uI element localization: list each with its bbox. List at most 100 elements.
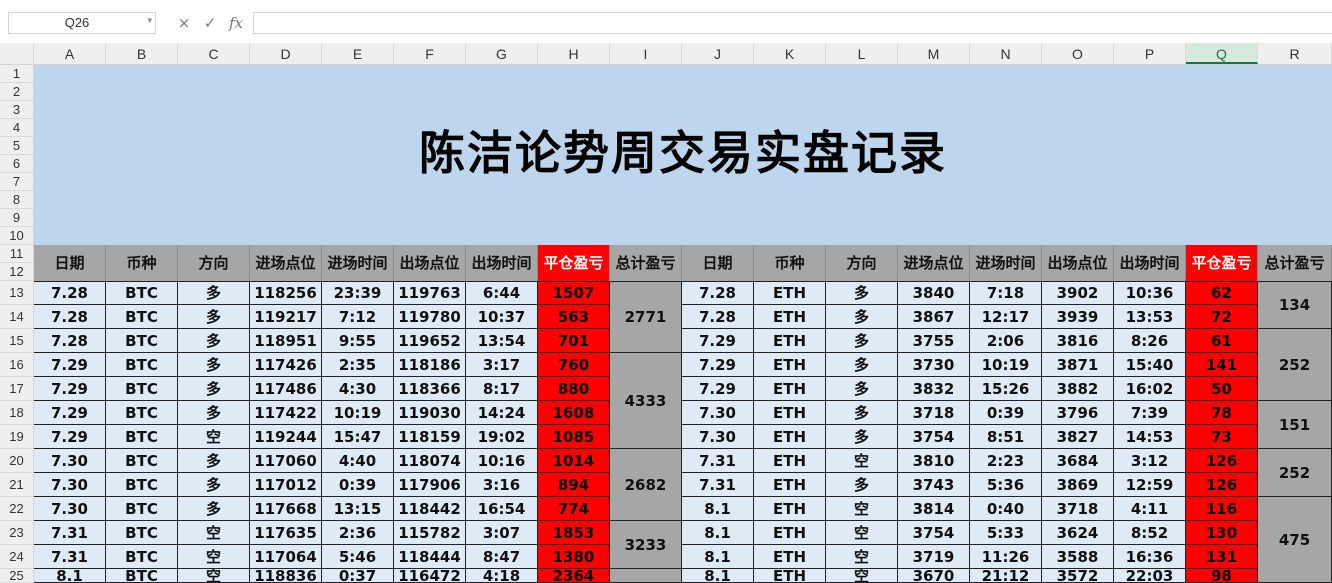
eth-cell-m15[interactable]: 3755 [898,329,970,353]
eth-cell-p16[interactable]: 15:40 [1114,353,1186,377]
btc-cell-g16[interactable]: 3:17 [466,353,538,377]
btc-cell-d17[interactable]: 117486 [250,377,322,401]
btc-cell-c15[interactable]: 多 [178,329,250,353]
btc-cell-h16[interactable]: 760 [538,353,610,377]
btc-cell-c24[interactable]: 空 [178,545,250,569]
eth-cell-o16[interactable]: 3871 [1042,353,1114,377]
eth-cell-k15[interactable]: ETH [754,329,826,353]
row-header-23[interactable]: 23 [0,521,33,545]
btc-cell-g18[interactable]: 14:24 [466,401,538,425]
btc-cell-e17[interactable]: 4:30 [322,377,394,401]
btc-cell-d15[interactable]: 118951 [250,329,322,353]
row-header-15[interactable]: 15 [0,329,33,353]
eth-cell-n17[interactable]: 15:26 [970,377,1042,401]
eth-cell-p14[interactable]: 13:53 [1114,305,1186,329]
eth-cell-k21[interactable]: ETH [754,473,826,497]
btc-cell-g20[interactable]: 10:16 [466,449,538,473]
column-header-i[interactable]: I [610,43,682,64]
btc-cell-b21[interactable]: BTC [106,473,178,497]
eth-cell-q18[interactable]: 78 [1186,401,1258,425]
header-cell-m[interactable]: 进场点位 [898,245,970,281]
btc-cell-g15[interactable]: 13:54 [466,329,538,353]
eth-cell-k19[interactable]: ETH [754,425,826,449]
btc-cell-b17[interactable]: BTC [106,377,178,401]
btc-cell-g13[interactable]: 6:44 [466,281,538,305]
btc-cell-a23[interactable]: 7.31 [34,521,106,545]
row-header-5[interactable]: 5 [0,137,33,155]
eth-cell-o22[interactable]: 3718 [1042,497,1114,521]
eth-cell-o17[interactable]: 3882 [1042,377,1114,401]
btc-cell-b22[interactable]: BTC [106,497,178,521]
eth-cell-l24[interactable]: 空 [826,545,898,569]
eth-cell-m20[interactable]: 3810 [898,449,970,473]
eth-cell-m25[interactable]: 3670 [898,569,970,583]
eth-cell-p20[interactable]: 3:12 [1114,449,1186,473]
btc-cell-e14[interactable]: 7:12 [322,305,394,329]
header-cell-i[interactable]: 总计盈亏 [610,245,682,281]
eth-cell-o18[interactable]: 3796 [1042,401,1114,425]
btc-cell-f22[interactable]: 118442 [394,497,466,521]
eth-cell-k16[interactable]: ETH [754,353,826,377]
btc-cell-h25[interactable]: 2364 [538,569,610,583]
eth-cell-l23[interactable]: 空 [826,521,898,545]
btc-cell-a18[interactable]: 7.29 [34,401,106,425]
row-header-3[interactable]: 3 [0,101,33,119]
header-cell-d[interactable]: 进场点位 [250,245,322,281]
row-header-6[interactable]: 6 [0,155,33,173]
eth-cell-j15[interactable]: 7.29 [682,329,754,353]
column-header-h[interactable]: H [538,43,610,64]
btc-cell-d22[interactable]: 117668 [250,497,322,521]
eth-cell-m14[interactable]: 3867 [898,305,970,329]
eth-total-5[interactable]: 475 [1258,497,1332,583]
eth-cell-j20[interactable]: 7.31 [682,449,754,473]
header-cell-g[interactable]: 出场时间 [466,245,538,281]
row-header-9[interactable]: 9 [0,209,33,227]
eth-cell-p17[interactable]: 16:02 [1114,377,1186,401]
header-cell-b[interactable]: 币种 [106,245,178,281]
btc-cell-a20[interactable]: 7.30 [34,449,106,473]
row-header-4[interactable]: 4 [0,119,33,137]
eth-cell-p18[interactable]: 7:39 [1114,401,1186,425]
header-cell-h[interactable]: 平仓盈亏 [538,245,610,281]
btc-cell-h17[interactable]: 880 [538,377,610,401]
eth-cell-q19[interactable]: 73 [1186,425,1258,449]
btc-cell-c23[interactable]: 空 [178,521,250,545]
eth-cell-n14[interactable]: 12:17 [970,305,1042,329]
eth-cell-j19[interactable]: 7.30 [682,425,754,449]
btc-cell-g24[interactable]: 8:47 [466,545,538,569]
header-cell-r[interactable]: 总计盈亏 [1258,245,1332,281]
btc-cell-c20[interactable]: 多 [178,449,250,473]
eth-cell-n25[interactable]: 21:12 [970,569,1042,583]
header-cell-a[interactable]: 日期 [34,245,106,281]
btc-cell-f20[interactable]: 118074 [394,449,466,473]
eth-cell-n16[interactable]: 10:19 [970,353,1042,377]
header-cell-j[interactable]: 日期 [682,245,754,281]
row-header-18[interactable]: 18 [0,401,33,425]
btc-cell-e24[interactable]: 5:46 [322,545,394,569]
btc-cell-e18[interactable]: 10:19 [322,401,394,425]
btc-cell-b14[interactable]: BTC [106,305,178,329]
btc-cell-h15[interactable]: 701 [538,329,610,353]
eth-cell-n18[interactable]: 0:39 [970,401,1042,425]
cancel-icon[interactable]: × [173,12,195,34]
row-header-20[interactable]: 20 [0,449,33,473]
btc-cell-b13[interactable]: BTC [106,281,178,305]
btc-cell-g21[interactable]: 3:16 [466,473,538,497]
eth-cell-k13[interactable]: ETH [754,281,826,305]
header-cell-q[interactable]: 平仓盈亏 [1186,245,1258,281]
row-header-7[interactable]: 7 [0,173,33,191]
eth-cell-m22[interactable]: 3814 [898,497,970,521]
column-header-g[interactable]: G [466,43,538,64]
eth-cell-o23[interactable]: 3624 [1042,521,1114,545]
eth-cell-q17[interactable]: 50 [1186,377,1258,401]
btc-cell-g19[interactable]: 19:02 [466,425,538,449]
eth-cell-p23[interactable]: 8:52 [1114,521,1186,545]
btc-cell-f16[interactable]: 118186 [394,353,466,377]
btc-cell-f13[interactable]: 119763 [394,281,466,305]
column-header-d[interactable]: D [250,43,322,64]
btc-cell-b20[interactable]: BTC [106,449,178,473]
btc-cell-f14[interactable]: 119780 [394,305,466,329]
btc-cell-g14[interactable]: 10:37 [466,305,538,329]
btc-cell-h24[interactable]: 1380 [538,545,610,569]
eth-cell-j16[interactable]: 7.29 [682,353,754,377]
